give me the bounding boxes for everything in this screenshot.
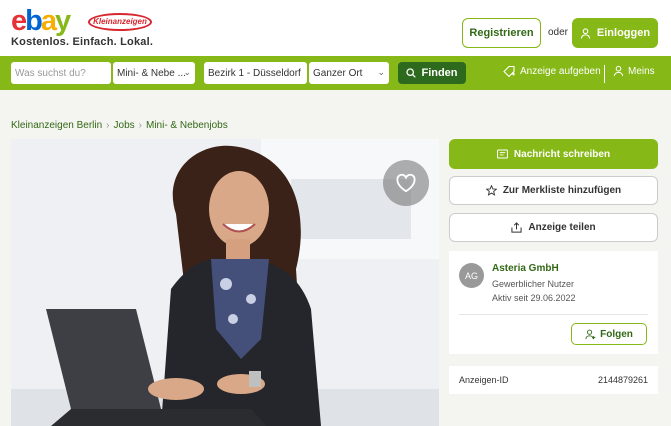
my-account-link[interactable]: Meins — [613, 65, 655, 77]
search-input[interactable]: Was suchst du? — [11, 62, 111, 84]
search-submit-button[interactable]: Finden — [398, 62, 466, 84]
heart-icon — [396, 173, 416, 193]
breadcrumb: Kleinanzeigen Berlin › Jobs › Mini- & Ne… — [11, 120, 228, 131]
category-value: Mini- & Nebe ... — [117, 67, 186, 79]
avatar: AG — [459, 263, 484, 288]
divider — [604, 65, 605, 83]
user-icon — [580, 27, 591, 39]
ad-id-row: Anzeigen-ID 2144879261 — [449, 366, 658, 394]
ad-photo — [11, 139, 439, 426]
follow-button[interactable]: Folgen — [571, 323, 647, 345]
chevron-down-icon: ⌄ — [377, 67, 385, 77]
category-select[interactable]: Mini- & Nebe ... ⌄ — [113, 62, 195, 84]
send-message-button[interactable]: Nachricht schreiben — [449, 139, 658, 169]
share-ad-label: Anzeige teilen — [528, 222, 596, 233]
ad-id-label: Anzeigen-ID — [459, 375, 509, 385]
search-bar: Was suchst du? Mini- & Nebe ... ⌄ Bezirk… — [0, 56, 671, 90]
ad-id-value: 2144879261 — [597, 375, 648, 385]
search-submit-label: Finden — [421, 67, 458, 79]
radius-select[interactable]: Ganzer Ort ⌄ — [309, 62, 389, 84]
divider — [459, 314, 648, 315]
post-ad-link[interactable]: Anzeige aufgeben — [503, 65, 601, 78]
breadcrumb-item[interactable]: Jobs — [114, 120, 135, 131]
kleinanzeigen-badge: Kleinanzeigen — [88, 13, 152, 31]
seller-active-since: Aktiv seit 29.06.2022 — [492, 293, 576, 303]
add-user-icon — [585, 329, 596, 339]
chevron-right-icon: › — [138, 120, 142, 131]
chevron-down-icon: ⌄ — [183, 67, 191, 77]
star-icon — [485, 185, 497, 196]
follow-label: Folgen — [600, 328, 633, 340]
share-ad-button[interactable]: Anzeige teilen — [449, 213, 658, 242]
add-to-watchlist-button[interactable]: Zur Merkliste hinzufügen — [449, 176, 658, 205]
share-icon — [511, 222, 522, 233]
login-button[interactable]: Einloggen — [572, 18, 658, 48]
add-to-watchlist-label: Zur Merkliste hinzufügen — [502, 185, 622, 196]
tagline: Kostenlos. Einfach. Lokal. — [11, 36, 154, 48]
message-icon — [496, 149, 508, 159]
seller-type: Gewerblicher Nutzer — [492, 279, 575, 289]
ad-image[interactable] — [11, 139, 439, 426]
ebay-wordmark: ebay — [11, 5, 71, 37]
location-input[interactable]: Bezirk 1 - Düsseldorf — [204, 62, 307, 84]
breadcrumb-item[interactable]: Mini- & Nebenjobs — [146, 120, 228, 131]
my-account-label: Meins — [628, 65, 655, 77]
send-message-label: Nachricht schreiben — [513, 148, 611, 160]
register-button[interactable]: Registrieren — [462, 18, 541, 48]
login-label: Einloggen — [596, 27, 651, 39]
breadcrumb-item[interactable]: Kleinanzeigen Berlin — [11, 120, 102, 131]
seller-card: AG Asteria GmbH Gewerblicher Nutzer Akti… — [449, 251, 658, 354]
add-tag-icon — [503, 65, 515, 78]
favorite-button[interactable] — [383, 160, 429, 206]
site-header: ebay Kleinanzeigen Kostenlos. Einfach. L… — [0, 0, 671, 56]
search-icon — [406, 68, 417, 78]
or-text: oder — [548, 27, 569, 38]
user-icon — [613, 65, 624, 77]
chevron-right-icon: › — [106, 120, 110, 131]
radius-value: Ganzer Ort — [313, 67, 363, 79]
seller-name-link[interactable]: Asteria GmbH — [492, 263, 559, 274]
post-ad-label: Anzeige aufgeben — [520, 66, 601, 77]
ebay-kleinanzeigen-logo[interactable]: ebay Kleinanzeigen — [11, 5, 152, 37]
